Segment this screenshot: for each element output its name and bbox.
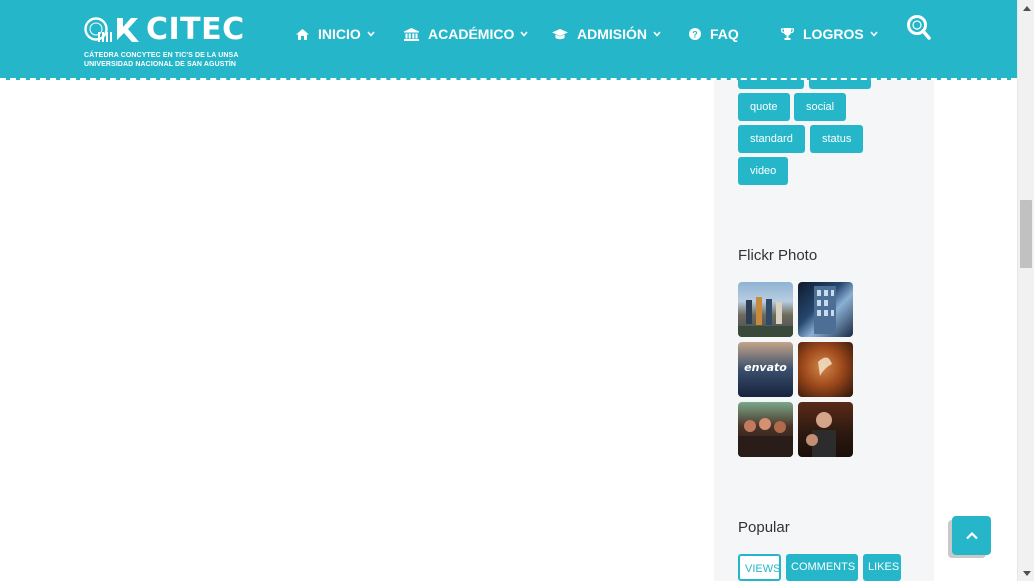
- nav-item-faq[interactable]: ? FAQ: [689, 24, 739, 44]
- tag-video[interactable]: video: [738, 157, 789, 185]
- tag-status[interactable]: status: [810, 125, 864, 153]
- nav-label-admision: ADMISIÓN: [577, 26, 647, 42]
- tag-social[interactable]: social: [794, 93, 847, 121]
- leaf-photo-icon: [818, 357, 832, 376]
- flickr-photo-group[interactable]: [738, 282, 793, 337]
- scroll-down-arrow[interactable]: [1018, 565, 1034, 581]
- nav-item-admision[interactable]: ADMISIÓN: [552, 24, 661, 44]
- logo-subtitle-2: UNIVERSIDAD NACIONAL DE SAN AGUSTÍN: [84, 61, 237, 68]
- nav-label-faq: FAQ: [710, 26, 739, 42]
- flickr-widget-title: Flickr Photo: [738, 247, 818, 264]
- trophy-icon: [781, 28, 794, 40]
- vertical-scrollbar[interactable]: [1017, 0, 1034, 581]
- institution-icon: [404, 27, 419, 41]
- nav-label-logros: LOGROS: [803, 26, 864, 42]
- logo-subtitle-1: CÁTEDRA CONCYTEC EN TIC'S DE LA UNSA: [84, 52, 239, 59]
- group-photo-icon: [738, 297, 793, 337]
- chevron-down-icon: [520, 31, 528, 37]
- tag-standard[interactable]: standard: [738, 125, 805, 153]
- flickr-photo-crowd[interactable]: [738, 402, 793, 457]
- popular-widget-title: Popular: [738, 519, 790, 536]
- nav-item-logros[interactable]: LOGROS: [781, 24, 878, 44]
- building-photo-icon: [814, 286, 836, 334]
- flickr-photo-envato[interactable]: envato: [738, 342, 793, 397]
- portrait-photo-icon: [806, 412, 836, 457]
- search-icon[interactable]: [906, 14, 932, 42]
- back-to-top-button[interactable]: [952, 516, 991, 555]
- tab-comments[interactable]: COMMENTS: [786, 554, 858, 581]
- scroll-up-arrow[interactable]: [1018, 0, 1034, 16]
- tab-views[interactable]: VIEWS: [738, 554, 781, 581]
- tab-likes[interactable]: LIKES: [863, 554, 901, 581]
- chevron-down-icon: [870, 31, 878, 37]
- scrollbar-thumb[interactable]: [1020, 200, 1032, 268]
- svg-text:?: ?: [692, 29, 698, 39]
- nav-label-inicio: INICIO: [318, 26, 361, 42]
- nav-label-academico: ACADÉMICO: [428, 26, 515, 42]
- flickr-photo-portrait[interactable]: [798, 402, 853, 457]
- envato-photo-label: envato: [744, 361, 787, 374]
- crowd-photo-icon: [738, 418, 793, 457]
- chevron-down-icon: [653, 31, 661, 37]
- flickr-photo-building[interactable]: [798, 282, 853, 337]
- flickr-photo-leaf[interactable]: [798, 342, 853, 397]
- site-header: CITEC CÁTEDRA CONCYTEC EN TIC'S DE LA UN…: [0, 0, 1017, 80]
- graduation-cap-icon: [552, 28, 568, 40]
- nav-item-academico[interactable]: ACADÉMICO: [404, 24, 528, 44]
- question-circle-icon: ?: [689, 28, 701, 40]
- logo-text: CITEC: [146, 12, 245, 47]
- tag-quote[interactable]: quote: [738, 93, 790, 121]
- chevron-up-icon: [965, 531, 978, 539]
- nav-item-inicio[interactable]: INICIO: [296, 24, 375, 44]
- chevron-down-icon: [367, 31, 375, 37]
- citec-logo[interactable]: CITEC CÁTEDRA CONCYTEC EN TIC'S DE LA UN…: [84, 12, 244, 72]
- logo-mark-icon: [84, 17, 139, 42]
- home-icon: [296, 28, 309, 40]
